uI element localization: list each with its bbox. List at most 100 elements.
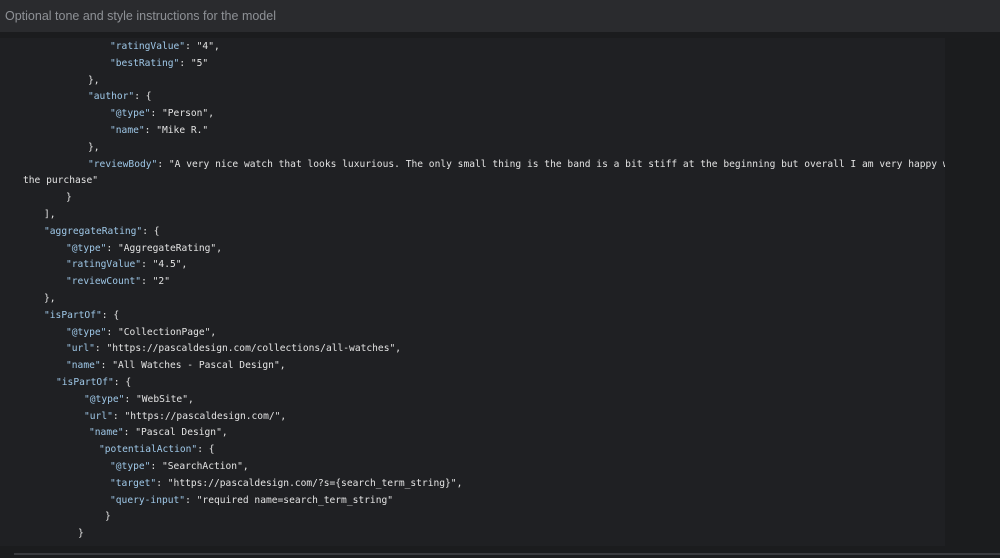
json-punctuation: ,: [221, 427, 228, 439]
json-key: "ratingValue": [110, 41, 186, 52]
code-line: },: [88, 139, 100, 156]
json-string: "4.5": [152, 259, 182, 271]
json-punctuation: }: [78, 528, 84, 540]
code-line: "@type": "Person",: [110, 105, 214, 122]
json-string: "AggregateRating": [118, 242, 217, 254]
json-string: "Mike R.": [156, 125, 209, 136]
code-line: "ratingValue": "4",: [110, 38, 220, 55]
json-string: "All Watches - Pascal Design": [112, 360, 280, 372]
json-punctuation: :: [185, 41, 197, 52]
json-string: "Person": [162, 108, 209, 120]
json-punctuation: ,: [213, 41, 220, 52]
json-key: "potentialAction": [99, 444, 198, 456]
code-line: }: [66, 189, 72, 206]
json-punctuation: : {: [101, 309, 120, 321]
json-string: "5": [190, 57, 209, 69]
code-block[interactable]: "ratingValue": "4", "bestRating": "5"}, "a…: [0, 38, 945, 546]
code-line: "name": "All Watches - Pascal Design",: [66, 357, 286, 374]
json-string: "A very nice watch that looks luxurious.…: [168, 158, 945, 170]
json-key: "isPartOf": [44, 309, 102, 321]
json-punctuation: ,: [181, 259, 188, 271]
horizontal-scrollbar[interactable]: [14, 553, 1000, 555]
json-punctuation: : {: [142, 225, 160, 237]
json-string: "Pascal Design": [135, 427, 222, 439]
json-punctuation: :: [106, 242, 118, 254]
json-string: "https://pascaldesign.com/?s={search_ter…: [167, 477, 457, 489]
code-line: "isPartOf": {: [56, 374, 131, 391]
json-punctuation: ,: [216, 242, 222, 254]
json-key: "ratingValue": [66, 259, 142, 271]
json-punctuation: },: [88, 74, 100, 86]
json-string: "required name=search_term_string": [196, 494, 394, 506]
bottom-gutter: [0, 546, 1000, 558]
code-line: the purchase": [23, 172, 98, 189]
json-key: "url": [66, 343, 95, 355]
json-string: "WebSite": [136, 393, 188, 405]
code-line: },: [44, 290, 56, 307]
code-line: },: [88, 72, 100, 89]
json-punctuation: :: [94, 343, 107, 355]
json-punctuation: :: [106, 326, 118, 338]
json-punctuation: :: [100, 360, 113, 372]
json-punctuation: ,: [280, 410, 287, 422]
json-string: "https://pascaldesign.com/collections/al…: [106, 343, 396, 355]
code-line: }: [105, 508, 111, 525]
system-instructions-input[interactable]: Optional tone and style instructions for…: [0, 0, 1000, 32]
json-key: "name": [66, 360, 101, 372]
code-line: "author": {: [88, 88, 152, 105]
json-key: "reviewBody": [88, 158, 158, 170]
json-punctuation: :: [124, 393, 136, 405]
json-key: "name": [89, 427, 124, 439]
right-gutter: [945, 32, 1000, 558]
code-line: ],: [44, 206, 56, 223]
code-line: "@type": "SearchAction",: [110, 458, 249, 475]
code-line: "reviewCount": "2": [66, 273, 170, 290]
code-line: "query-input": "required name=search_ter…: [110, 492, 393, 509]
json-punctuation: :: [141, 276, 153, 288]
code-line: "target": "https://pascaldesign.com/?s={…: [110, 475, 462, 492]
json-punctuation: :: [185, 494, 197, 506]
code-line: "url": "https://pascaldesign.com/collect…: [66, 340, 401, 357]
code-line: "bestRating": "5": [110, 55, 208, 72]
code-line: }: [78, 525, 84, 542]
json-punctuation: :: [123, 427, 136, 439]
json-punctuation: :: [157, 158, 169, 170]
json-key: "name": [110, 125, 145, 136]
json-punctuation: }: [105, 511, 111, 523]
code-line: "reviewBody": "A very nice watch that lo…: [88, 156, 945, 173]
code-line: "url": "https://pascaldesign.com/",: [84, 408, 286, 425]
json-punctuation: :: [141, 259, 153, 271]
json-punctuation: },: [88, 141, 100, 153]
json-punctuation: ,: [242, 461, 249, 472]
code-line: "aggregateRating": {: [44, 223, 160, 240]
code-line: "isPartOf": {: [44, 307, 119, 324]
json-string: "https://pascaldesign.com/": [124, 410, 281, 422]
json-punctuation: ,: [279, 360, 286, 372]
json-punctuation: :: [179, 57, 191, 69]
json-punctuation: ,: [395, 343, 402, 355]
json-key: "url": [84, 410, 113, 422]
json-string: "SearchAction": [162, 461, 243, 472]
json-punctuation: : {: [134, 91, 152, 103]
json-punctuation: },: [44, 293, 56, 304]
code-line: "@type": "CollectionPage",: [66, 324, 216, 341]
json-key: "@type": [110, 108, 151, 120]
json-punctuation: :: [112, 410, 125, 422]
json-key: "@type": [66, 242, 107, 254]
json-punctuation: :: [150, 461, 162, 472]
json-punctuation: : {: [113, 377, 132, 388]
json-punctuation: ,: [456, 477, 463, 489]
json-key: "aggregateRating": [44, 225, 143, 237]
json-punctuation: ,: [208, 108, 214, 120]
json-key: "reviewCount": [66, 276, 142, 288]
json-string: "4": [196, 41, 214, 52]
code-line: "name": "Pascal Design",: [89, 424, 228, 441]
json-punctuation: :: [156, 477, 168, 489]
code-line: "@type": "WebSite",: [84, 391, 194, 408]
json-key: "query-input": [110, 494, 186, 506]
json-key: "target": [110, 477, 157, 489]
json-key: "bestRating": [110, 57, 180, 69]
json-punctuation: }: [66, 192, 72, 204]
json-punctuation: ,: [210, 326, 217, 338]
json-punctuation: : {: [197, 444, 215, 456]
